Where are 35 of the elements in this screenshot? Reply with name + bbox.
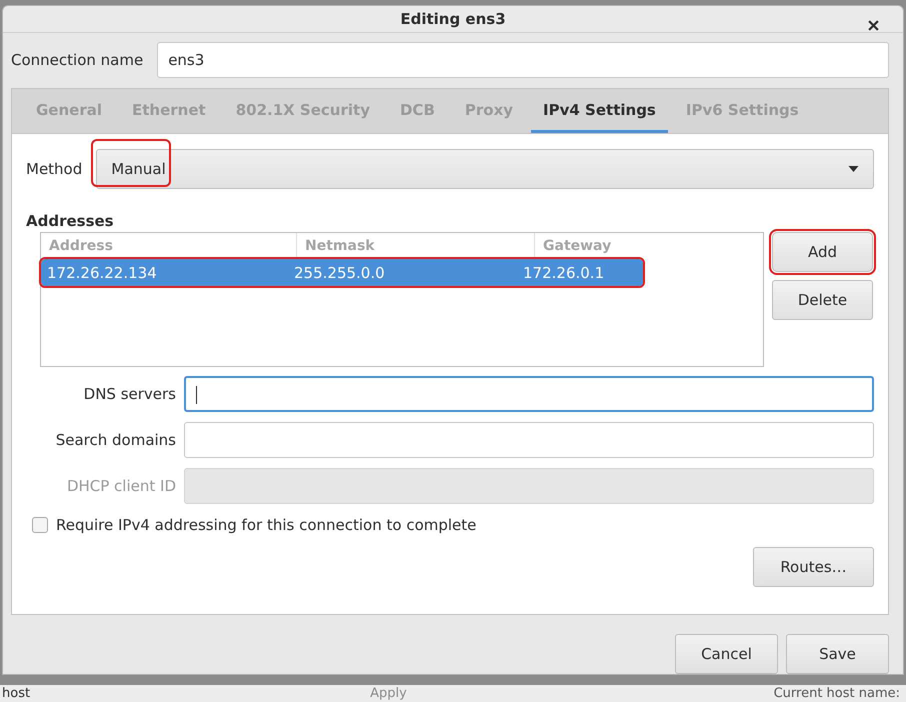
connection-name-field[interactable]: ens3 (157, 42, 889, 78)
checkbox[interactable] (32, 517, 48, 533)
routes-button[interactable]: Routes… (753, 547, 874, 587)
cancel-button[interactable]: Cancel (675, 634, 778, 674)
method-dropdown[interactable]: Manual (96, 149, 874, 189)
window-title: Editing ens3 (400, 10, 506, 28)
tab[interactable]: 802.1X Security (224, 89, 382, 133)
field-label: DHCP client ID (66, 477, 177, 495)
text-field[interactable] (184, 422, 874, 458)
tab[interactable]: Ethernet (120, 89, 218, 133)
table-cell-text: 255.255.0.0 (293, 264, 386, 282)
field-label: Search domains (54, 431, 177, 449)
text-cursor (196, 386, 197, 404)
column-header[interactable]: Gateway (535, 233, 743, 259)
tab[interactable]: General (24, 89, 114, 133)
background-text: Current host name: (774, 686, 900, 701)
table-row[interactable]: 172.26.22.134 255.255.0.0 172.26.0.1 (41, 259, 643, 286)
table-cell-text: 172.26.22.134 (46, 264, 158, 282)
apply-button[interactable]: Apply (370, 686, 407, 701)
save-button[interactable]: Save (786, 634, 889, 674)
text-field[interactable] (184, 376, 874, 412)
close-icon[interactable] (868, 20, 879, 31)
tab[interactable]: Proxy (452, 89, 526, 133)
field-label: DNS servers (82, 385, 177, 403)
checkbox-label: Require IPv4 addressing for this connection to complete (56, 516, 476, 534)
tab[interactable]: DCB (388, 89, 447, 133)
tab[interactable]: IPv6 Settings (674, 89, 811, 133)
method-label: Method (26, 160, 82, 178)
addresses-heading: Addresses (26, 212, 115, 230)
connection-name-label: Connection name (11, 51, 144, 69)
delete-button[interactable]: Delete (772, 280, 873, 320)
table-cell-text: 172.26.0.1 (522, 264, 606, 282)
add-button[interactable]: Add (772, 232, 873, 272)
caret-icon (848, 166, 859, 172)
background-text: host (2, 686, 30, 701)
